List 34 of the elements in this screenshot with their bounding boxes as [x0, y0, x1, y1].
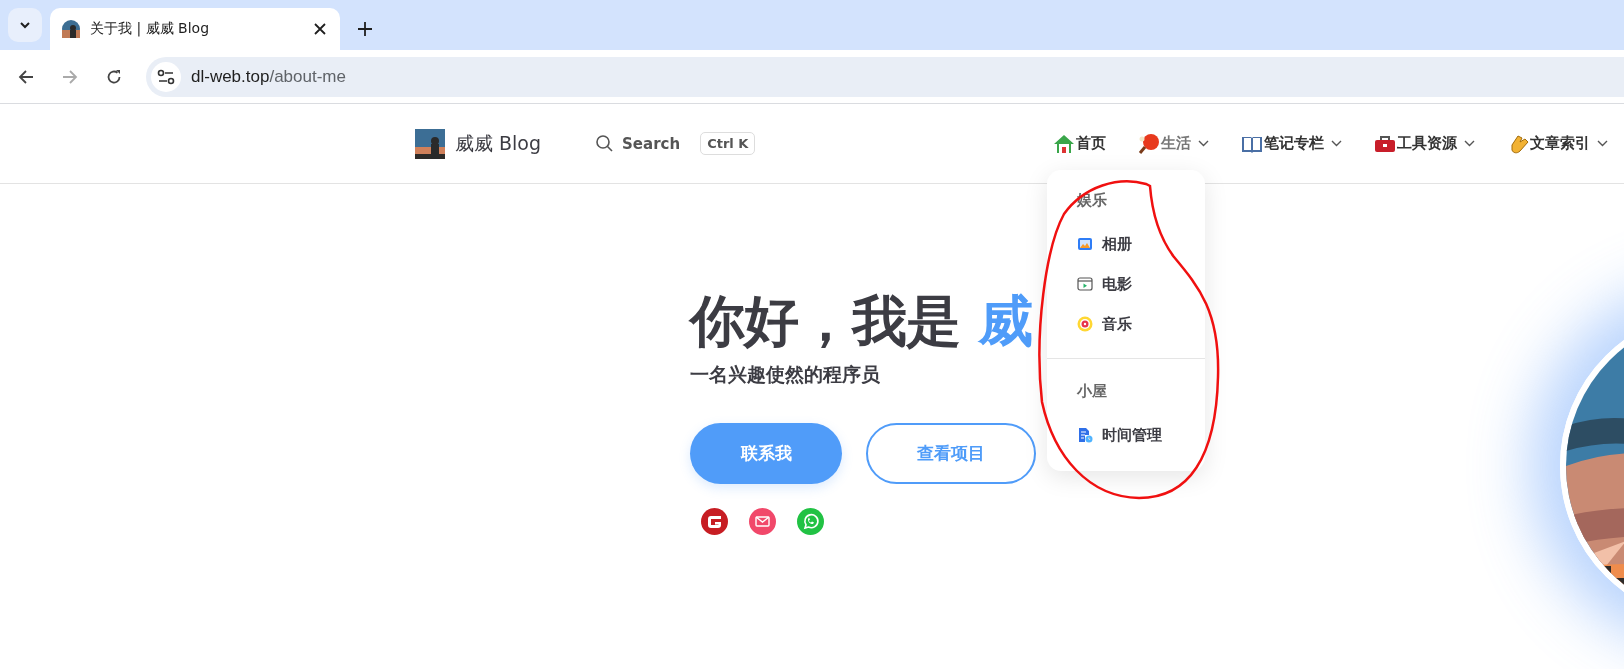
address-bar[interactable]: dl-web.top/about-me: [146, 56, 1624, 97]
menu-group-title: 小屋: [1077, 381, 1108, 402]
house-icon: [1053, 132, 1075, 155]
menu-item[interactable]: 时间管理: [1077, 415, 1189, 455]
shortcut-key: Ctrl K: [700, 132, 756, 155]
nav-item[interactable]: 生活: [1122, 132, 1225, 155]
hero-title: 你好，我是 威: [690, 288, 1033, 355]
nav-item[interactable]: 文章索引: [1491, 132, 1624, 155]
nav-item[interactable]: 工具资源: [1358, 132, 1491, 155]
site-settings-icon[interactable]: [151, 61, 181, 92]
tab-search-button[interactable]: [8, 8, 42, 42]
new-tab-icon[interactable]: [358, 22, 372, 36]
nav-item[interactable]: 首页: [1037, 132, 1122, 155]
close-icon[interactable]: [314, 23, 326, 35]
menu-item[interactable]: 音乐: [1077, 304, 1189, 344]
nav-item[interactable]: 笔记专栏: [1225, 132, 1358, 155]
record-icon: [1077, 316, 1093, 332]
chevron-down-icon: [19, 21, 31, 29]
menu-item[interactable]: 相册: [1077, 224, 1189, 264]
gitee-icon[interactable]: [701, 508, 728, 535]
url-text: dl-web.top/about-me: [191, 66, 346, 87]
paddle-icon: [1138, 132, 1160, 155]
back-icon[interactable]: [18, 68, 34, 85]
search-icon: [596, 135, 614, 152]
image-icon: [1077, 236, 1093, 252]
site-name[interactable]: 威威 Blog: [455, 130, 542, 157]
browser-tab[interactable]: 关于我 | 威威 Blog: [50, 8, 340, 50]
menu-item[interactable]: 电影: [1077, 264, 1189, 304]
video-icon: [1077, 276, 1093, 292]
mail-icon[interactable]: [749, 508, 776, 535]
hero-subtitle: 一名兴趣使然的程序员: [690, 362, 881, 387]
reload-icon[interactable]: [106, 68, 122, 85]
search-button[interactable]: Search: [596, 134, 681, 153]
document-clock-icon: [1077, 427, 1093, 443]
